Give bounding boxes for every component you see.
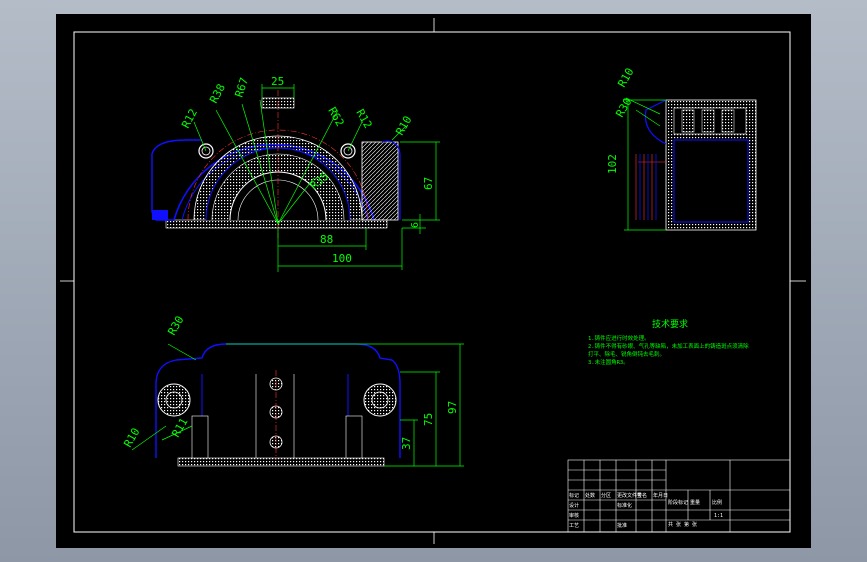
dim-r38: R38 xyxy=(207,82,228,106)
tb-label-6: 设计 xyxy=(569,502,579,509)
dim-100: 100 xyxy=(332,252,352,265)
side-view: R10 R30 102 xyxy=(606,66,757,231)
tb-label-4: 签名 xyxy=(637,492,647,499)
dim-side-r10: R10 xyxy=(615,66,636,90)
frame-center-marks xyxy=(60,18,806,544)
dim-top-r11: R11 xyxy=(169,416,190,440)
dim-37: 37 xyxy=(400,437,413,450)
tb-label-14: 共 张 第 张 xyxy=(668,521,697,528)
dim-r12-left: R12 xyxy=(179,107,200,131)
dim-r67: R67 xyxy=(232,76,251,99)
notes-title: 技术要求 xyxy=(652,318,688,330)
dim-25: 25 xyxy=(271,75,284,88)
dim-6: 6 xyxy=(410,222,421,228)
drawing-sheet: 25 R38 R67 R12 R62 R12 R10 R35 88 100 67… xyxy=(56,14,811,548)
tb-label-0: 标记 xyxy=(569,492,579,499)
note-line-3: 打平、除毛、锐角倒钝去毛刺。 xyxy=(588,350,665,358)
dim-side-r30: R30 xyxy=(613,96,634,120)
tb-label-11: 阶段标记 xyxy=(668,499,688,506)
tb-label-7: 标准化 xyxy=(617,502,632,509)
cad-drawing: 25 R38 R67 R12 R62 R12 R10 R35 88 100 67… xyxy=(60,18,806,544)
tb-label-2: 分区 xyxy=(601,492,611,499)
tb-label-9: 工艺 xyxy=(569,523,579,529)
note-line-1: 1.铸件应进行时效处理。 xyxy=(588,334,650,342)
dim-75: 75 xyxy=(422,413,435,426)
tb-label-1: 处数 xyxy=(585,492,595,499)
dim-r12-right: R12 xyxy=(353,107,374,131)
dim-67: 67 xyxy=(422,177,435,190)
tb-label-10: 批准 xyxy=(617,522,627,529)
dim-r62: R62 xyxy=(325,105,346,129)
tb-scale: 1:1 xyxy=(714,513,723,519)
front-view: 25 R38 R67 R12 R62 R12 R10 R35 88 100 67… xyxy=(151,75,440,272)
dim-top-r10: R10 xyxy=(121,426,142,450)
note-line-4: 3.未注圆角R3。 xyxy=(588,358,629,366)
tb-label-5: 年月日 xyxy=(653,492,668,499)
tb-label-12: 重量 xyxy=(690,499,700,506)
dim-102: 102 xyxy=(606,154,619,174)
dim-r10: R10 xyxy=(393,114,414,138)
dim-top-r30: R30 xyxy=(165,314,186,338)
technical-notes: 技术要求 1.铸件应进行时效处理。 2.铸件不得有砂眼、气孔等缺陷，未加工表面上… xyxy=(588,318,749,366)
top-view: R30 R10 R11 97 75 37 xyxy=(121,314,464,467)
tb-label-8: 审核 xyxy=(569,512,579,519)
tb-label-13: 比例 xyxy=(712,499,722,506)
note-line-2: 2.铸件不得有砂眼、气孔等缺陷，未加工表面上的铸造斑点须清除 xyxy=(588,342,749,350)
dim-97: 97 xyxy=(446,401,459,414)
dim-88: 88 xyxy=(320,233,333,246)
